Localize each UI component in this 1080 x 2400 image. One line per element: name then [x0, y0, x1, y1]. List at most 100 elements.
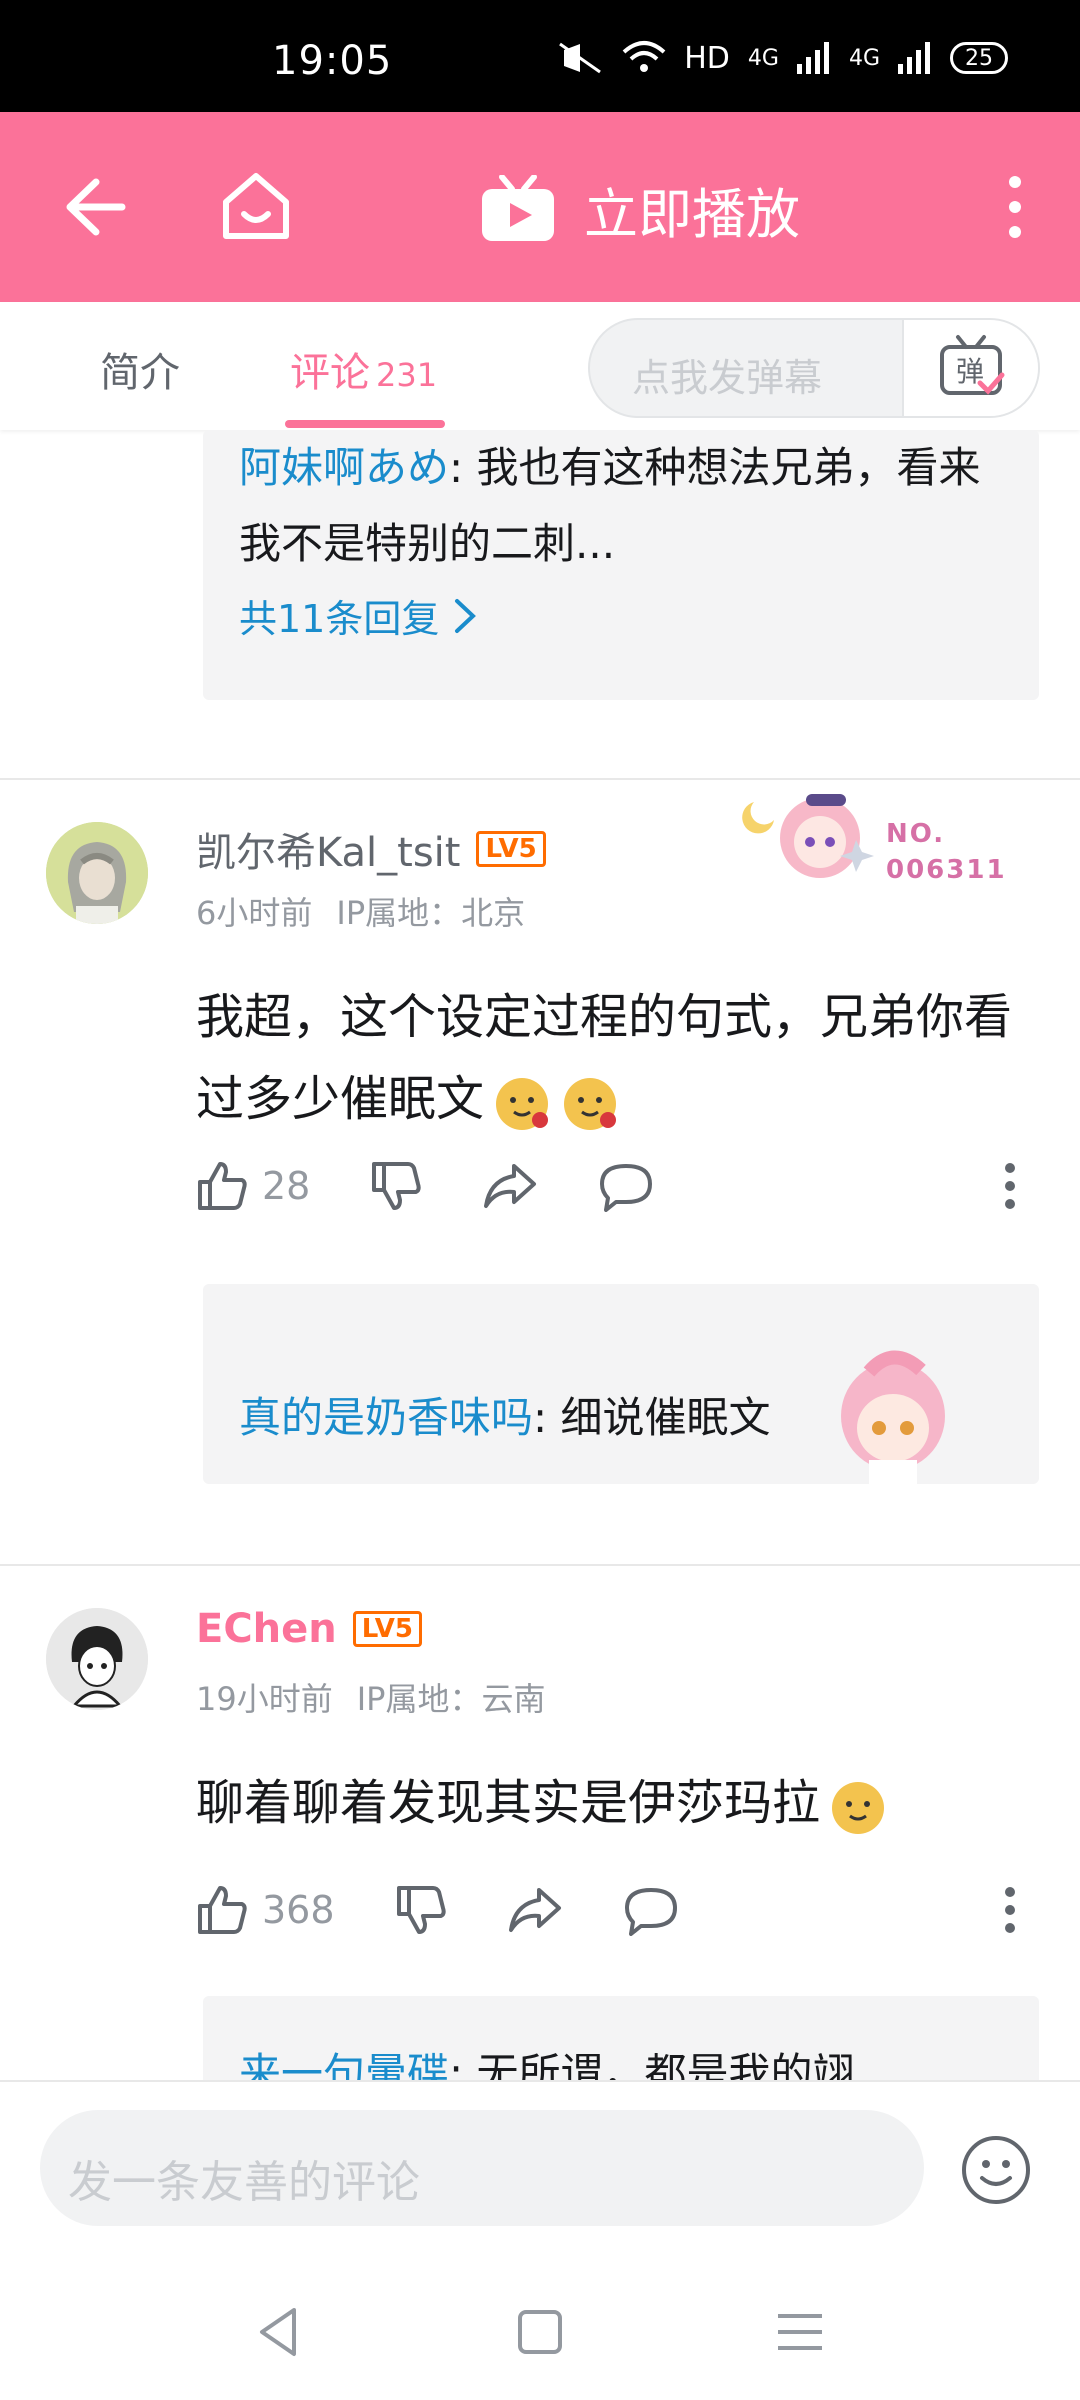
nav-menu-icon[interactable] — [770, 2302, 830, 2362]
share-button[interactable] — [482, 1160, 538, 1212]
reply-preview-box[interactable]: 来一句暈碟: 无所谓，都是我的翊 — [203, 1996, 1039, 2080]
level-badge: LV5 — [352, 1611, 422, 1647]
tab-comments-count: 231 — [376, 356, 438, 394]
signal-2-label: 4G — [848, 45, 880, 71]
comment-more-button[interactable] — [1004, 1162, 1016, 1210]
reply-button[interactable] — [623, 1884, 679, 1936]
avatar[interactable] — [46, 1608, 148, 1710]
view-more-replies-link[interactable]: 共11条回复 — [239, 588, 1003, 643]
avatar-image — [46, 1608, 148, 1710]
comment-input-placeholder: 发一条友善的评论 — [68, 2157, 420, 2208]
danmaku-input[interactable]: 点我发弹幕 弹 — [588, 318, 1040, 418]
doge-emoji-icon — [564, 1078, 617, 1130]
share-icon — [508, 1888, 561, 1932]
anime-sticker-image — [841, 1350, 945, 1484]
comment-text-body: 聊着聊着发现其实是伊莎玛拉 — [196, 1775, 821, 1831]
reply-text-body: : 细说催眠文 — [533, 1393, 771, 1442]
comment-time: 19小时前 — [196, 1680, 333, 1718]
chat-bubble-icon — [600, 1164, 653, 1212]
hd-label: HD — [684, 40, 730, 76]
comment-username[interactable]: 凯尔希Kal_tsit — [196, 820, 460, 878]
dislike-button[interactable] — [395, 1884, 447, 1936]
like-count: 368 — [262, 1888, 335, 1932]
comment-text: 我超，这个设定过程的句式，兄弟你看过多少催眠文 — [196, 976, 1036, 1140]
comment-input[interactable]: 发一条友善的评论 — [40, 2110, 924, 2226]
mute-icon — [559, 42, 602, 74]
app-bar: 立即播放 — [0, 112, 1080, 302]
comment-ip: IP属地：北京 — [336, 894, 526, 932]
emoji-picker-icon[interactable] — [960, 2134, 1032, 2206]
home-icon[interactable] — [218, 168, 294, 244]
status-icons: HD 4G 4G 25 — [556, 40, 1008, 76]
like-count: 28 — [262, 1164, 311, 1208]
reply-text-body: : 无所谓，都是我的翊 — [449, 2049, 855, 2080]
reply-preview-box[interactable]: 真的是奶香味吗: 细说催眠文 — [203, 1284, 1039, 1484]
more-vertical-icon — [1005, 1887, 1015, 1933]
system-nav-bar — [0, 2260, 1080, 2400]
play-now-button[interactable]: 立即播放 — [478, 170, 800, 249]
thumbs-down-icon — [396, 1886, 446, 1934]
thumbs-down-icon — [372, 1162, 422, 1210]
thumbs-up-icon — [198, 1886, 247, 1934]
level-badge: LV5 — [476, 831, 546, 867]
reply-user-link[interactable]: 来一句暈碟 — [239, 2049, 449, 2080]
fan-badge-number: NO. 006311 — [886, 816, 1007, 888]
back-arrow-icon[interactable] — [60, 172, 130, 242]
danmaku-placeholder: 点我发弹幕 — [632, 356, 823, 400]
tab-comments[interactable]: 评论 231 — [290, 340, 437, 398]
doge-emoji-icon — [496, 1078, 549, 1130]
tab-intro[interactable]: 简介 — [100, 340, 180, 398]
doge-emoji-icon — [832, 1782, 885, 1834]
comment-time: 6小时前 — [196, 894, 313, 932]
more-vertical-icon[interactable] — [1000, 174, 1030, 240]
tab-bar: 简介 评论 231 点我发弹幕 弹 — [0, 302, 1080, 430]
fan-badge-no-label: NO. — [886, 819, 946, 849]
nav-back-icon[interactable] — [250, 2302, 310, 2362]
play-now-label: 立即播放 — [584, 183, 800, 246]
comment-list[interactable]: 阿妹啊あめ: 我也有这种想法兄弟，看来我不是特别的二刺... 共11条回复 凯尔… — [0, 430, 1080, 2080]
nav-home-icon[interactable] — [510, 2302, 570, 2362]
avatar[interactable] — [46, 822, 148, 924]
comment-meta: 6小时前 IP属地：北京 — [196, 888, 525, 934]
danmaku-toggle-button[interactable]: 弹 — [902, 320, 1038, 416]
reply-user-link[interactable]: 阿妹啊あめ — [239, 443, 449, 492]
share-button[interactable] — [507, 1884, 563, 1936]
share-icon — [484, 1164, 537, 1208]
dislike-button[interactable] — [370, 1160, 422, 1212]
tv-icon — [482, 174, 554, 241]
status-bar: 19:05 HD 4G 4G 25 — [0, 0, 1080, 112]
comment-item: EChen LV5 19小时前 IP属地：云南 聊着聊着发现其实是伊莎玛拉 368 — [0, 1566, 1080, 1986]
comment-ip: IP属地：云南 — [356, 1680, 546, 1718]
signal-icon-2 — [898, 42, 930, 74]
chat-bubble-icon — [624, 1888, 677, 1936]
reply-button[interactable] — [598, 1160, 654, 1212]
comment-meta: 19小时前 IP属地：云南 — [196, 1674, 545, 1720]
signal-1-label: 4G — [747, 45, 779, 71]
comment-actions: 368 — [196, 1880, 1016, 1940]
comment-username[interactable]: EChen — [196, 1606, 337, 1652]
more-vertical-icon — [1005, 1163, 1015, 1209]
reply-user-link[interactable]: 真的是奶香味吗 — [239, 1393, 533, 1442]
tab-active-indicator — [285, 420, 445, 428]
comment-input-bar: 发一条友善的评论 — [0, 2080, 1080, 2260]
like-button[interactable]: 28 — [196, 1160, 310, 1212]
reply-preview-text: 真的是奶香味吗: 细说催眠文 — [239, 1380, 771, 1456]
reply-preview-box[interactable]: 阿妹啊あめ: 我也有这种想法兄弟，看来我不是特别的二刺... 共11条回复 — [203, 430, 1039, 700]
fan-badge-no-value: 006311 — [886, 855, 1007, 885]
wifi-icon — [622, 41, 666, 72]
view-more-replies-label: 共11条回复 — [239, 597, 440, 641]
like-button[interactable]: 368 — [196, 1884, 335, 1936]
signal-icon — [796, 42, 829, 74]
battery-icon: 25 — [950, 42, 1008, 74]
status-time: 19:05 — [272, 38, 393, 84]
comment-more-button[interactable] — [1004, 1886, 1016, 1934]
chevron-right-icon — [455, 598, 477, 633]
comment-item: 凯尔希Kal_tsit LV5 6小时前 IP属地：北京 NO. 006311 我… — [0, 780, 1080, 1212]
comment-username-row: EChen LV5 — [196, 1606, 422, 1652]
thumbs-up-icon — [198, 1162, 247, 1210]
reply-preview-text: 来一句暈碟: 无所谓，都是我的翊 — [239, 2036, 855, 2080]
comment-text: 聊着聊着发现其实是伊莎玛拉 — [196, 1762, 1036, 1844]
reply-preview-text: 阿妹啊あめ: 我也有这种想法兄弟，看来我不是特别的二刺... — [239, 430, 1003, 582]
avatar-image — [46, 822, 148, 924]
comment-actions: 28 — [196, 1156, 1016, 1216]
